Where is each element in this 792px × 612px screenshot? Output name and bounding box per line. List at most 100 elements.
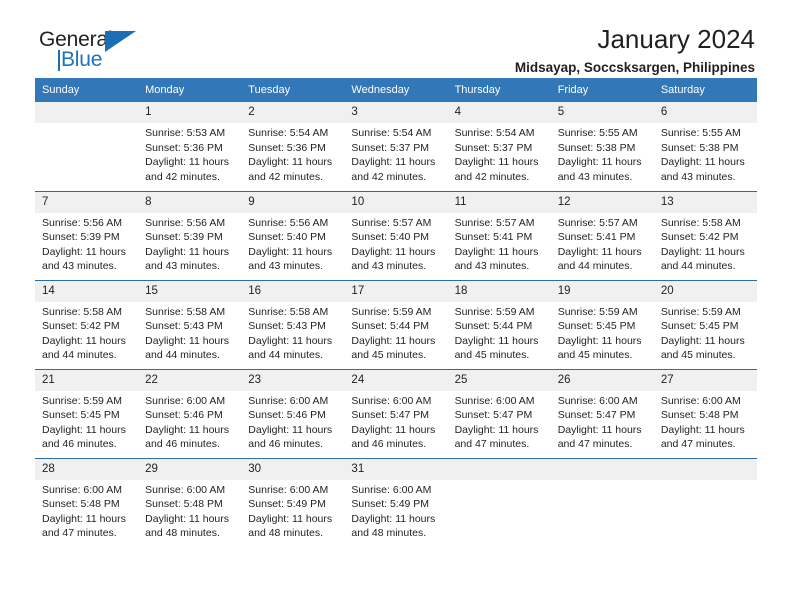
day-details: Sunrise: 6:00 AM Sunset: 5:48 PM Daylight:… — [35, 480, 138, 541]
calendar-day-cell[interactable]: 23 Sunrise: 6:00 AM Sunset: 5:46 PM Dayligh… — [241, 368, 345, 458]
sunrise-text: Sunrise: 5:59 AM — [351, 305, 432, 318]
sunrise-text: Sunrise: 6:00 AM — [248, 483, 329, 496]
calendar-day-cell[interactable]: 31 Sunrise: 6:00 AM Sunset: 5:49 PM Dayligh… — [344, 457, 448, 547]
day-number: 28 — [35, 458, 139, 480]
day-number: 21 — [35, 369, 139, 391]
calendar-day-cell[interactable]: 18 Sunrise: 5:59 AM Sunset: 5:44 PM Dayligh… — [447, 279, 551, 369]
daylight-text-line2: and 42 minutes. — [454, 170, 530, 183]
daylight-text-line2: and 45 minutes. — [557, 349, 633, 362]
calendar-day-cell[interactable]: 21 Sunrise: 5:59 AM Sunset: 5:45 PM Dayligh… — [35, 368, 139, 458]
calendar-day-cell[interactable]: 2 Sunrise: 5:54 AM Sunset: 5:36 PM Daylight… — [241, 102, 345, 191]
day-details: Sunrise: 5:57 AM Sunset: 5:41 PM Daylight:… — [551, 213, 654, 274]
calendar-day-cell[interactable]: 11 Sunrise: 5:57 AM Sunset: 5:41 PM Dayligh… — [447, 190, 551, 280]
daylight-text-line2: and 46 minutes. — [248, 438, 323, 451]
daylight-text-line2: and 44 minutes. — [42, 349, 117, 362]
page-header: General Blue January 2024 Midsayap, Socc… — [35, 0, 757, 75]
day-number: 10 — [344, 191, 448, 213]
daylight-text-line2: and 44 minutes. — [557, 260, 633, 273]
calendar-day-cell[interactable]: 9 Sunrise: 5:56 AM Sunset: 5:40 PM Daylight… — [241, 190, 345, 280]
calendar-day-cell[interactable]: 25 Sunrise: 6:00 AM Sunset: 5:47 PM Dayligh… — [447, 368, 551, 458]
day-number: 15 — [138, 280, 242, 302]
sunrise-text: Sunrise: 6:00 AM — [145, 483, 226, 496]
calendar-day-cell[interactable]: 3 Sunrise: 5:54 AM Sunset: 5:37 PM Daylight… — [344, 102, 448, 191]
calendar-day-cell[interactable]: 12 Sunrise: 5:57 AM Sunset: 5:41 PM Dayligh… — [550, 190, 654, 280]
calendar-day-cell[interactable]: 8 Sunrise: 5:56 AM Sunset: 5:39 PM Daylight… — [138, 190, 242, 280]
daylight-text-line1: Daylight: 11 hours — [351, 334, 436, 347]
daylight-text-line2: and 47 minutes. — [454, 438, 530, 451]
sunset-text: Sunset: 5:37 PM — [351, 141, 430, 154]
sunrise-text: Sunrise: 5:56 AM — [248, 216, 329, 229]
logo-text-blue: Blue — [61, 48, 103, 71]
calendar-day-cell[interactable]: 29 Sunrise: 6:00 AM Sunset: 5:48 PM Dayligh… — [138, 457, 242, 547]
daylight-text-line2: and 42 minutes. — [351, 170, 427, 183]
calendar-day-cell[interactable]: 28 Sunrise: 6:00 AM Sunset: 5:48 PM Dayligh… — [35, 457, 139, 547]
calendar-day-cell[interactable]: 13 Sunrise: 5:58 AM Sunset: 5:42 PM Dayligh… — [653, 190, 757, 280]
calendar-day-cell[interactable]: 20 Sunrise: 5:59 AM Sunset: 5:45 PM Dayligh… — [653, 279, 757, 369]
calendar-day-cell[interactable]: 19 Sunrise: 5:59 AM Sunset: 5:45 PM Dayligh… — [550, 279, 654, 369]
day-number: 27 — [653, 369, 757, 391]
day-number: 1 — [138, 102, 242, 123]
day-details: Sunrise: 5:56 AM Sunset: 5:40 PM Daylight:… — [241, 213, 344, 274]
weekday-header-monday: Monday — [138, 78, 242, 102]
day-number: 19 — [550, 280, 654, 302]
sunset-text: Sunset: 5:43 PM — [248, 320, 326, 333]
daylight-text-line1: Daylight: 11 hours — [351, 245, 436, 258]
sunset-text: Sunset: 5:36 PM — [248, 141, 326, 154]
daylight-text-line2: and 44 minutes. — [248, 349, 323, 362]
calendar-day-cell[interactable]: 4 Sunrise: 5:54 AM Sunset: 5:37 PM Daylight… — [447, 102, 551, 191]
calendar-day-cell[interactable]: 26 Sunrise: 6:00 AM Sunset: 5:47 PM Dayligh… — [550, 368, 654, 458]
sunrise-text: Sunrise: 5:57 AM — [557, 216, 638, 229]
calendar-day-cell[interactable]: 1 Sunrise: 5:53 AM Sunset: 5:36 PM Daylight… — [138, 102, 242, 191]
calendar-day-cell[interactable]: 27 Sunrise: 6:00 AM Sunset: 5:48 PM Dayligh… — [653, 368, 757, 458]
daylight-text-line2: and 45 minutes. — [454, 349, 530, 362]
calendar-week-row: 28 Sunrise: 6:00 AM Sunset: 5:48 PM Dayligh… — [35, 457, 757, 547]
daylight-text-line1: Daylight: 11 hours — [557, 334, 642, 347]
daylight-text-line1: Daylight: 11 hours — [248, 512, 333, 525]
day-details: Sunrise: 5:58 AM Sunset: 5:43 PM Daylight:… — [138, 302, 241, 363]
calendar-day-cell[interactable]: 22 Sunrise: 6:00 AM Sunset: 5:46 PM Dayligh… — [138, 368, 242, 458]
day-number: 26 — [550, 369, 654, 391]
calendar-day-cell[interactable]: 16 Sunrise: 5:58 AM Sunset: 5:43 PM Dayligh… — [241, 279, 345, 369]
general-blue-logo[interactable]: General Blue — [39, 28, 169, 76]
day-details: Sunrise: 5:55 AM Sunset: 5:38 PM Daylight:… — [551, 123, 654, 184]
day-number — [550, 458, 654, 480]
sunset-text: Sunset: 5:39 PM — [145, 231, 223, 244]
calendar-day-cell[interactable]: 7 Sunrise: 5:56 AM Sunset: 5:39 PM Daylight… — [35, 190, 139, 280]
day-number: 30 — [241, 458, 345, 480]
daylight-text-line2: and 42 minutes. — [248, 170, 323, 183]
calendar-day-cell[interactable]: 17 Sunrise: 5:59 AM Sunset: 5:44 PM Dayligh… — [344, 279, 448, 369]
day-details: Sunrise: 6:00 AM Sunset: 5:48 PM Daylight:… — [654, 391, 757, 452]
sunset-text: Sunset: 5:45 PM — [660, 320, 739, 333]
calendar-day-cell[interactable]: 6 Sunrise: 5:55 AM Sunset: 5:38 PM Daylight… — [653, 102, 757, 191]
calendar-day-cell[interactable]: 10 Sunrise: 5:57 AM Sunset: 5:40 PM Dayligh… — [344, 190, 448, 280]
day-details: Sunrise: 6:00 AM Sunset: 5:47 PM Daylight:… — [344, 391, 447, 452]
calendar-day-cell[interactable]: 14 Sunrise: 5:58 AM Sunset: 5:42 PM Dayligh… — [35, 279, 139, 369]
daylight-text-line2: and 46 minutes. — [42, 438, 117, 451]
daylight-text-line1: Daylight: 11 hours — [248, 245, 333, 258]
sunset-text: Sunset: 5:40 PM — [351, 231, 430, 244]
calendar-day-cell[interactable]: 30 Sunrise: 6:00 AM Sunset: 5:49 PM Dayligh… — [241, 457, 345, 547]
sunrise-text: Sunrise: 5:55 AM — [557, 127, 638, 139]
daylight-text-line1: Daylight: 11 hours — [557, 245, 642, 258]
daylight-text-line1: Daylight: 11 hours — [351, 423, 436, 436]
day-details: Sunrise: 6:00 AM Sunset: 5:46 PM Daylight:… — [241, 391, 344, 452]
day-number: 23 — [241, 369, 345, 391]
daylight-text-line1: Daylight: 11 hours — [660, 156, 745, 169]
day-number: 5 — [550, 102, 654, 123]
day-details: Sunrise: 5:55 AM Sunset: 5:38 PM Daylight:… — [654, 123, 757, 184]
calendar-week-row: 14 Sunrise: 5:58 AM Sunset: 5:42 PM Dayligh… — [35, 279, 757, 369]
calendar-day-cell[interactable]: 24 Sunrise: 6:00 AM Sunset: 5:47 PM Dayligh… — [344, 368, 448, 458]
sunrise-text: Sunrise: 5:58 AM — [248, 305, 329, 318]
day-number: 2 — [241, 102, 345, 123]
calendar-page: General Blue January 2024 Midsayap, Socc… — [0, 0, 792, 612]
daylight-text-line1: Daylight: 11 hours — [660, 334, 745, 347]
daylight-text-line1: Daylight: 11 hours — [351, 512, 436, 525]
sunrise-text: Sunrise: 6:00 AM — [248, 394, 329, 407]
sunset-text: Sunset: 5:47 PM — [454, 409, 533, 422]
day-number: 31 — [344, 458, 448, 480]
daylight-text-line1: Daylight: 11 hours — [42, 512, 126, 525]
day-details: Sunrise: 5:53 AM Sunset: 5:36 PM Daylight:… — [138, 123, 241, 184]
calendar-day-cell[interactable]: 5 Sunrise: 5:55 AM Sunset: 5:38 PM Daylight… — [550, 102, 654, 191]
sunrise-text: Sunrise: 5:59 AM — [42, 394, 122, 407]
calendar-day-cell[interactable]: 15 Sunrise: 5:58 AM Sunset: 5:43 PM Dayligh… — [138, 279, 242, 369]
